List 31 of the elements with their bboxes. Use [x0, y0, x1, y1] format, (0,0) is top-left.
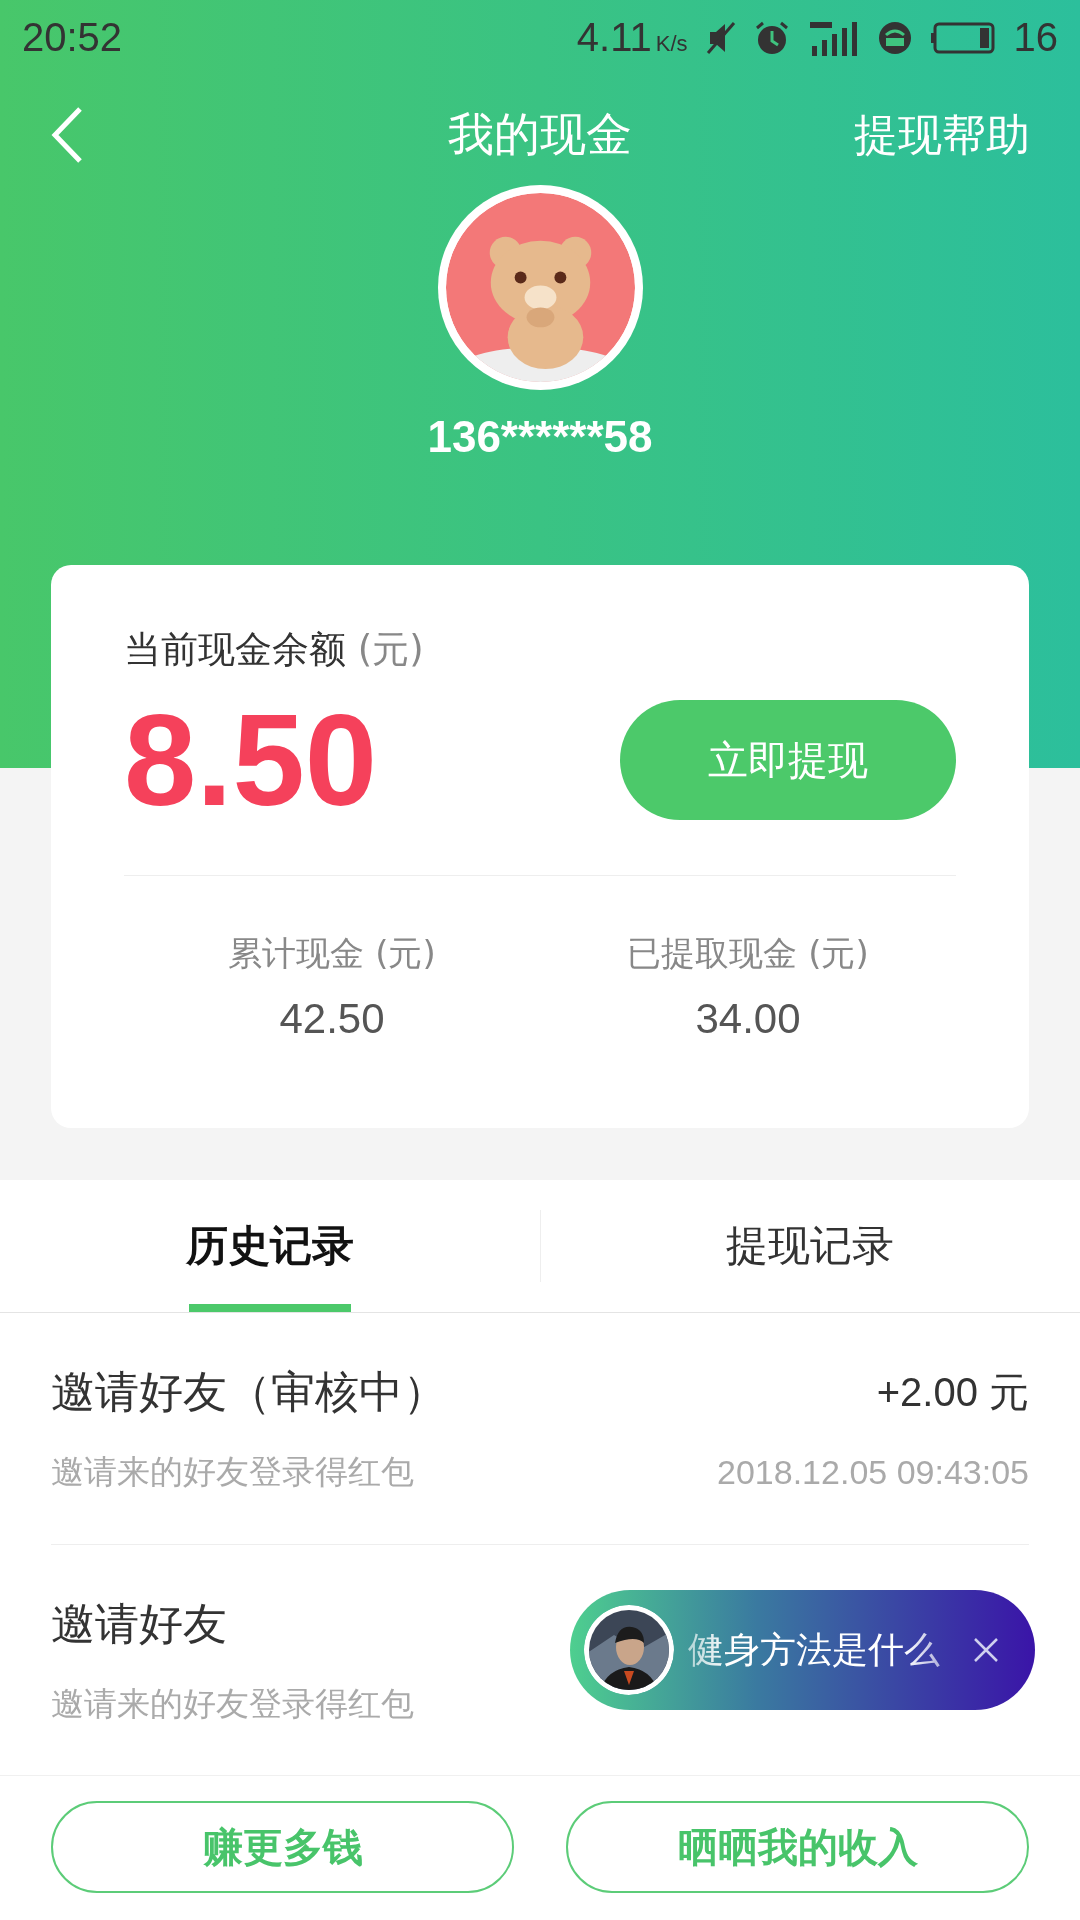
- action-button[interactable]: 晒晒我的收入: [566, 1801, 1029, 1893]
- signal-icon: [807, 19, 860, 56]
- page-title: 我的现金: [448, 107, 632, 161]
- record-title: 邀请好友: [51, 1597, 227, 1651]
- record-subtitle: 邀请来的好友登录得红包: [51, 1450, 414, 1493]
- mute-icon: [705, 20, 736, 55]
- record-time: 2018.12.05 09:43:05: [717, 1452, 1029, 1492]
- close-icon[interactable]: [973, 1637, 999, 1663]
- record-subtitle: 邀请来的好友登录得红包: [51, 1683, 414, 1725]
- withdraw-help-link[interactable]: 提现帮助: [854, 105, 1030, 165]
- status-time: 20:52: [22, 15, 123, 60]
- phone-number: 136******58: [427, 412, 653, 461]
- alarm-icon: [753, 19, 790, 56]
- stat-label: 累计现金 (元): [228, 932, 436, 975]
- stat-value: 34.00: [695, 995, 801, 1043]
- battery-icon: [929, 21, 996, 54]
- stat-value: 42.50: [279, 995, 385, 1043]
- battery-level: 16: [1013, 15, 1058, 60]
- hd-call-icon: [877, 20, 912, 55]
- tab[interactable]: 历史记录: [0, 1180, 540, 1312]
- stat-label: 已提取现金 (元): [627, 932, 869, 975]
- withdraw-button[interactable]: 立即提现: [620, 700, 956, 820]
- record-title: 邀请好友（审核中）: [51, 1364, 447, 1419]
- tab[interactable]: 提现记录: [540, 1180, 1080, 1312]
- balance-label: 当前现金余额 (元): [124, 628, 424, 671]
- notification-popup[interactable]: 健身方法是什么: [570, 1590, 1035, 1710]
- record-amount: +2.00 元: [876, 1368, 1029, 1416]
- balance-amount: 8.50: [124, 686, 378, 835]
- network-speed: 4.11 K/s: [576, 15, 688, 60]
- popup-text: 健身方法是什么: [688, 1627, 941, 1672]
- action-button[interactable]: 赚更多钱: [51, 1801, 514, 1893]
